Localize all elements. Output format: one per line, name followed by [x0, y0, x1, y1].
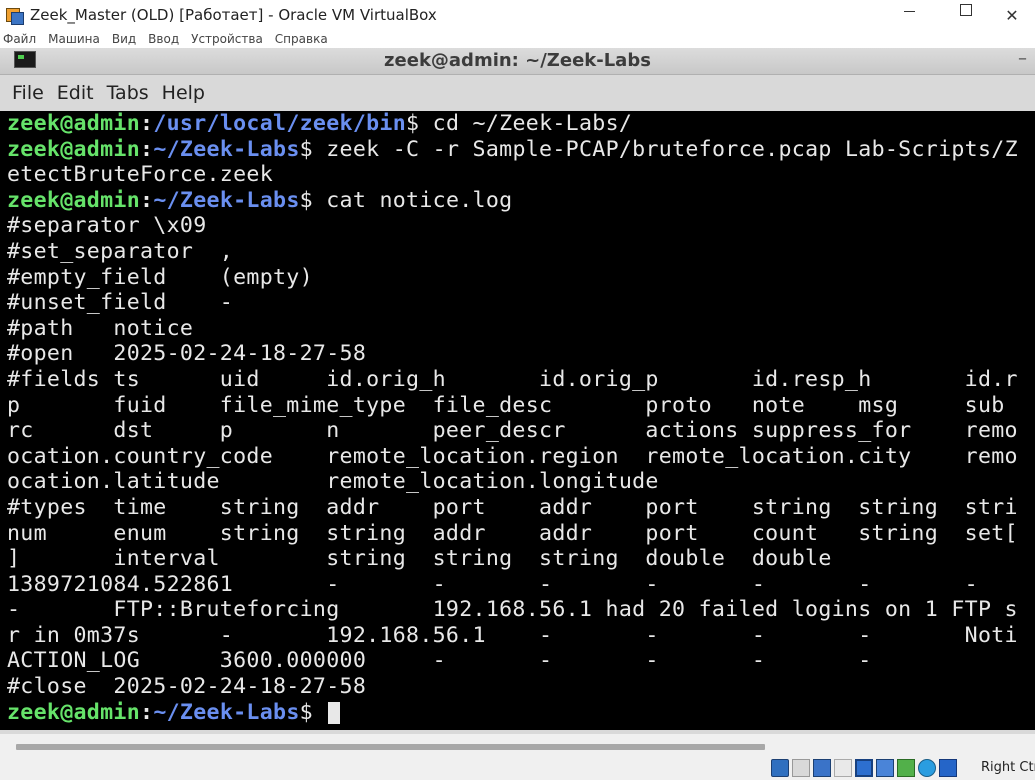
hard-disk-icon[interactable]	[771, 759, 789, 777]
prompt-command: cat notice.log	[312, 187, 513, 213]
maximize-button[interactable]	[943, 0, 989, 30]
terminal-output-line: etectBruteForce.zeek	[7, 162, 274, 188]
optical-drive-icon[interactable]	[792, 759, 810, 777]
mouse-integration-icon[interactable]	[939, 759, 957, 777]
terminal-output-line: num enum string string addr addr port co…	[7, 520, 1018, 546]
host-menu-machine[interactable]: Машина	[44, 32, 104, 46]
terminal-titlebar[interactable]: zeek@admin: ~/Zeek-Labs –	[0, 48, 1035, 75]
prompt-path: ~/Zeek-Labs	[153, 187, 300, 213]
prompt-separator: :	[140, 187, 154, 213]
terminal-menu-tabs[interactable]: Tabs	[101, 82, 154, 104]
close-button[interactable]: ✕	[989, 0, 1035, 30]
terminal-prompt-line: zeek@admin:~/Zeek-Labs$	[7, 700, 1018, 726]
display-icon[interactable]	[897, 759, 915, 777]
terminal-output-line: rc dst p n peer_descr actions suppress_f…	[7, 418, 1018, 444]
terminal-output-line: #unset_field -	[7, 290, 234, 316]
prompt-path: /usr/local/zeek/bin	[153, 111, 407, 136]
prompt-command: cd ~/Zeek-Labs/	[419, 111, 633, 136]
terminal-output[interactable]: zeek@admin:/usr/local/zeek/bin$ cd ~/Zee…	[0, 111, 1035, 730]
terminal-prompt-line: zeek@admin:/usr/local/zeek/bin$ cd ~/Zee…	[7, 111, 1018, 137]
prompt-dollar: $	[299, 187, 313, 213]
terminal-output-line: p fuid file_mime_type file_desc proto no…	[7, 392, 1005, 418]
prompt-user: zeek@admin	[7, 699, 141, 725]
scrollbar-thumb[interactable]	[16, 744, 765, 750]
terminal-output-line: #fields ts uid id.orig_h id.orig_p id.re…	[7, 366, 1018, 392]
host-menu-input[interactable]: Ввод	[144, 32, 183, 46]
terminal-output-line: ACTION_LOG 3600.000000 - - - - -	[7, 648, 872, 674]
host-horizontal-scrollbar[interactable]	[0, 734, 1035, 758]
host-titlebar: Zeek_Master (OLD) [Работает] - Oracle VM…	[0, 0, 1035, 30]
terminal-output-line: #empty_field (empty)	[7, 264, 313, 290]
terminal-output-line: #set_separator ,	[7, 238, 234, 264]
terminal-output-line: #types time string addr port addr port s…	[7, 494, 1018, 520]
prompt-user: zeek@admin	[7, 187, 141, 213]
usb-icon[interactable]	[855, 759, 873, 777]
prompt-user: zeek@admin	[7, 111, 141, 136]
prompt-dollar: $	[299, 699, 313, 725]
network-icon[interactable]	[834, 759, 852, 777]
host-menubar: Файл Машина Вид Ввод Устройства Справка	[0, 30, 1035, 48]
virtualbox-icon	[4, 5, 24, 25]
shared-folders-icon[interactable]	[876, 759, 894, 777]
close-icon: ✕	[1005, 5, 1019, 25]
recording-icon[interactable]	[918, 759, 936, 777]
prompt-separator: :	[140, 699, 154, 725]
terminal-prompt-line: zeek@admin:~/Zeek-Labs$ cat notice.log	[7, 188, 1018, 214]
terminal-output-line: #close 2025-02-24-18-27-58	[7, 674, 367, 700]
prompt-path: ~/Zeek-Labs	[153, 699, 300, 725]
terminal-lines: zeek@admin:/usr/local/zeek/bin$ cd ~/Zee…	[7, 111, 1018, 725]
host-menu-view[interactable]: Вид	[108, 32, 140, 46]
audio-icon[interactable]	[813, 759, 831, 777]
minimize-button[interactable]	[886, 0, 932, 30]
prompt-command: zeek -C -r Sample-PCAP/bruteforce.pcap L…	[312, 136, 1018, 162]
prompt-path: ~/Zeek-Labs	[153, 136, 300, 162]
host-statusbar: Right Ctrl	[0, 758, 1035, 780]
terminal-menu-edit[interactable]: Edit	[51, 82, 99, 104]
prompt-separator: :	[140, 136, 154, 162]
prompt-user: zeek@admin	[7, 136, 141, 162]
terminal-close-icon[interactable]: –	[1018, 48, 1027, 74]
host-key-label: Right Ctrl	[981, 760, 1035, 775]
terminal-output-line: ocation.country_code remote_location.reg…	[7, 443, 1018, 469]
terminal-prompt-line: zeek@admin:~/Zeek-Labs$ zeek -C -r Sampl…	[7, 137, 1018, 163]
terminal-menu-help[interactable]: Help	[156, 82, 210, 104]
terminal-menubar: File Edit Tabs Help	[0, 75, 1035, 111]
host-menu-file[interactable]: Файл	[0, 32, 40, 46]
terminal-output-line: #open 2025-02-24-18-27-58	[7, 341, 367, 367]
terminal-output-line: - FTP::Bruteforcing 192.168.56.1 had 20 …	[7, 597, 1018, 623]
terminal-output-line: 1389721084.522861 - - - - - - -	[7, 571, 978, 597]
prompt-dollar: $	[406, 111, 420, 136]
terminal-output-line: #path notice	[7, 315, 194, 341]
minimize-icon	[903, 10, 915, 12]
terminal-output-line: r in 0m37s - 192.168.56.1 - - - - Noti	[7, 622, 1018, 648]
host-menu-help[interactable]: Справка	[271, 32, 332, 46]
terminal-output-line: ocation.latitude remote_location.longitu…	[7, 469, 659, 495]
guest-display[interactable]: zeek@admin: ~/Zeek-Labs – File Edit Tabs…	[0, 48, 1035, 734]
terminal-icon[interactable]	[14, 51, 36, 68]
terminal-cursor	[328, 701, 341, 724]
maximize-icon	[960, 4, 972, 16]
prompt-dollar: $	[299, 136, 313, 162]
terminal-output-line: #separator \x09	[7, 213, 207, 239]
prompt-command	[313, 700, 326, 725]
terminal-output-line: ] interval string string string double d…	[7, 546, 832, 572]
host-menu-devices[interactable]: Устройства	[187, 32, 267, 46]
terminal-window-title: zeek@admin: ~/Zeek-Labs	[384, 50, 651, 71]
host-window-title: Zeek_Master (OLD) [Работает] - Oracle VM…	[30, 6, 437, 24]
terminal-menu-file[interactable]: File	[0, 82, 49, 104]
prompt-separator: :	[140, 111, 154, 136]
